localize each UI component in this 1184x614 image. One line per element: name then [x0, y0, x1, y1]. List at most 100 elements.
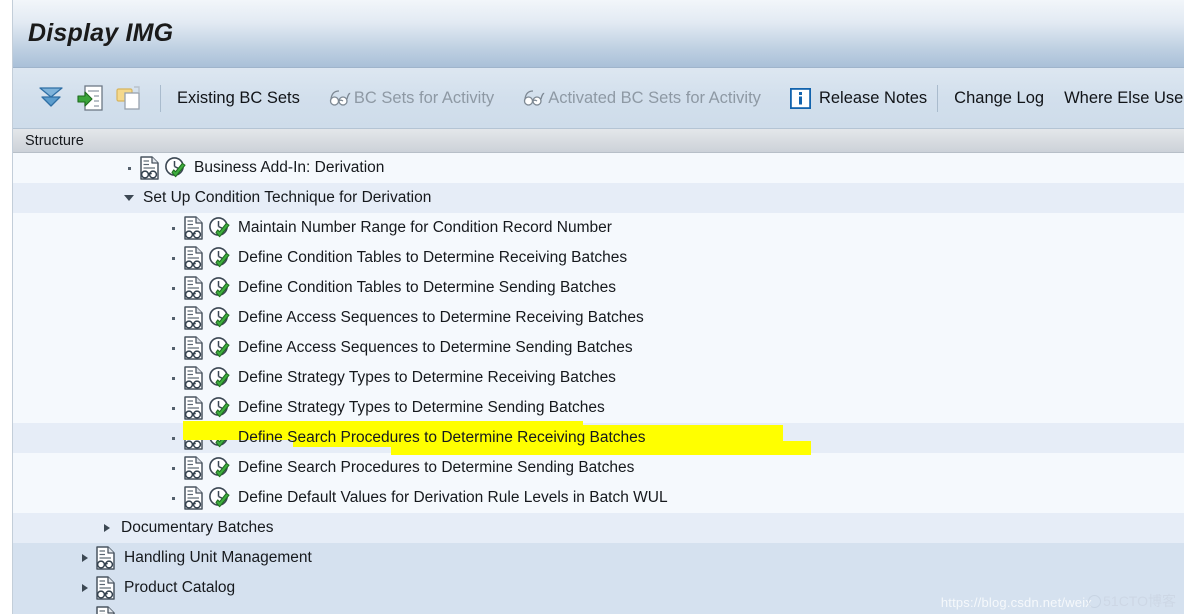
leaf-dot-icon	[163, 243, 183, 273]
page-title: Display IMG	[28, 19, 173, 48]
clock-check-icon[interactable]	[208, 303, 234, 333]
structure-column-header[interactable]: Structure	[13, 129, 1184, 153]
toolbar-separator	[937, 85, 938, 112]
leaf-dot-icon	[163, 333, 183, 363]
img-document-glasses-icon[interactable]	[183, 213, 208, 243]
leaf-dot-icon	[163, 393, 183, 423]
bc-sets-for-activity-label: BC Sets for Activity	[354, 89, 494, 108]
glasses-icon	[523, 89, 545, 107]
tree-row[interactable]: Define Access Sequences to Determine Sen…	[13, 333, 1184, 363]
tree-row[interactable]: Define Access Sequences to Determine Rec…	[13, 303, 1184, 333]
info-icon	[790, 88, 811, 109]
chevron-right-icon[interactable]	[75, 573, 95, 603]
existing-bc-sets-label: Existing BC Sets	[177, 89, 300, 108]
img-document-glasses-icon[interactable]	[183, 303, 208, 333]
copy-icon[interactable]	[113, 82, 145, 114]
release-notes-button[interactable]: Release Notes	[788, 84, 929, 113]
leaf-dot-icon	[119, 153, 139, 183]
window-titlebar: Display IMG	[13, 0, 1184, 68]
img-document-glasses-icon[interactable]	[183, 483, 208, 513]
leaf-dot-icon	[163, 213, 183, 243]
tree-row[interactable]: Define Default Values for Derivation Rul…	[13, 483, 1184, 513]
img-document-glasses-icon[interactable]	[95, 573, 120, 603]
expand-subtree-icon[interactable]	[35, 82, 67, 114]
img-document-glasses-icon[interactable]	[183, 423, 208, 453]
img-document-glasses-icon[interactable]	[183, 273, 208, 303]
watermark-url: https://blog.csdn.net/weix	[941, 595, 1092, 610]
release-notes-label: Release Notes	[819, 89, 927, 108]
tree-row[interactable]: Handling Unit Management	[13, 543, 1184, 573]
change-log-button[interactable]: Change Log	[952, 85, 1046, 112]
img-document-glasses-icon[interactable]	[95, 543, 120, 573]
leaf-dot-icon	[163, 363, 183, 393]
leaf-dot-icon	[163, 273, 183, 303]
clock-check-icon[interactable]	[208, 333, 234, 363]
clock-check-icon[interactable]	[208, 483, 234, 513]
application-toolbar: Existing BC Sets BC Sets for Activity	[13, 68, 1184, 129]
watermark-circle-icon	[1088, 595, 1101, 608]
clock-check-icon[interactable]	[208, 363, 234, 393]
img-structure-tree: Business Add-In: Derivation Set Up Condit…	[13, 153, 1184, 614]
tree-row-label: Define Default Values for Derivation Rul…	[234, 489, 668, 507]
toolbar-separator	[160, 85, 161, 112]
clock-check-icon[interactable]	[208, 453, 234, 483]
tree-row-label: Define Search Procedures to Determine Se…	[234, 459, 634, 477]
bc-sets-for-activity-button[interactable]: BC Sets for Activity	[327, 85, 496, 112]
tree-row[interactable]: Define Condition Tables to Determine Sen…	[13, 273, 1184, 303]
tree-row[interactable]: Define Strategy Types to Determine Recei…	[13, 363, 1184, 393]
tree-row-label: Handling Unit Management	[120, 549, 312, 567]
img-document-glasses-icon[interactable]	[183, 393, 208, 423]
img-document-glasses-icon[interactable]	[183, 363, 208, 393]
screenshot-root: Display IMG	[0, 0, 1184, 614]
tree-row-label: Set Up Condition Technique for Derivatio…	[139, 189, 431, 207]
leaf-dot-icon	[163, 303, 183, 333]
clock-check-icon[interactable]	[208, 243, 234, 273]
tree-row-label: Define Access Sequences to Determine Rec…	[234, 309, 644, 327]
activated-bc-sets-for-activity-label: Activated BC Sets for Activity	[548, 89, 761, 108]
tree-row-label: Define Strategy Types to Determine Recei…	[234, 369, 616, 387]
leaf-dot-icon	[163, 423, 183, 453]
tree-row-label: Define Search Procedures to Determine Re…	[234, 429, 646, 447]
existing-bc-sets-button[interactable]: Existing BC Sets	[175, 85, 302, 112]
tree-row[interactable]: Maintain Number Range for Condition Reco…	[13, 213, 1184, 243]
clock-check-icon[interactable]	[208, 393, 234, 423]
where-else-used-button[interactable]: Where Else Used	[1062, 85, 1184, 112]
leaf-dot-icon	[163, 453, 183, 483]
glasses-icon	[329, 89, 351, 107]
activated-bc-sets-for-activity-button[interactable]: Activated BC Sets for Activity	[521, 85, 763, 112]
tree-row-label: Define Condition Tables to Determine Sen…	[234, 279, 616, 297]
collapse-node-icon[interactable]	[74, 82, 106, 114]
tree-row[interactable]: Business Add-In: Derivation	[13, 153, 1184, 183]
leaf-dot-icon	[163, 483, 183, 513]
chevron-down-icon[interactable]	[119, 183, 139, 213]
tree-row[interactable]: Define Search Procedures to Determine Se…	[13, 453, 1184, 483]
watermark-logo: 51CTO博客	[1088, 591, 1176, 611]
tree-row-label: Product Catalog	[120, 579, 235, 597]
structure-header-label: Structure	[25, 133, 84, 149]
img-document-glasses-icon[interactable]	[183, 453, 208, 483]
tree-row-label: Business Add-In: Derivation	[190, 159, 384, 177]
tree-row[interactable]: Documentary Batches	[13, 513, 1184, 543]
tree-row[interactable]: Set Up Condition Technique for Derivatio…	[13, 183, 1184, 213]
chevron-right-icon[interactable]	[75, 603, 95, 614]
chevron-right-icon[interactable]	[97, 513, 117, 543]
tree-row-label: Define Condition Tables to Determine Rec…	[234, 249, 627, 267]
change-log-label: Change Log	[954, 89, 1044, 108]
clock-check-icon[interactable]	[208, 423, 234, 453]
clock-check-icon[interactable]	[164, 153, 190, 183]
img-document-glasses-icon[interactable]	[183, 333, 208, 363]
tree-row[interactable]: Define Condition Tables to Determine Rec…	[13, 243, 1184, 273]
where-else-used-label: Where Else Used	[1064, 89, 1184, 108]
tree-row[interactable]: Define Strategy Types to Determine Sendi…	[13, 393, 1184, 423]
tree-row-label: Define Strategy Types to Determine Sendi…	[234, 399, 605, 417]
img-document-glasses-icon[interactable]	[139, 153, 164, 183]
tree-row[interactable]: Define Search Procedures to Determine Re…	[13, 423, 1184, 453]
clock-check-icon[interactable]	[208, 213, 234, 243]
img-document-glasses-icon[interactable]	[183, 243, 208, 273]
clock-check-icon[interactable]	[208, 273, 234, 303]
tree-row-label: Define Access Sequences to Determine Sen…	[234, 339, 633, 357]
watermark-logo-text: 51CTO博客	[1103, 591, 1176, 611]
chevron-right-icon[interactable]	[75, 543, 95, 573]
tree-row-label: Documentary Batches	[117, 519, 274, 537]
img-document-glasses-icon[interactable]	[95, 603, 120, 614]
